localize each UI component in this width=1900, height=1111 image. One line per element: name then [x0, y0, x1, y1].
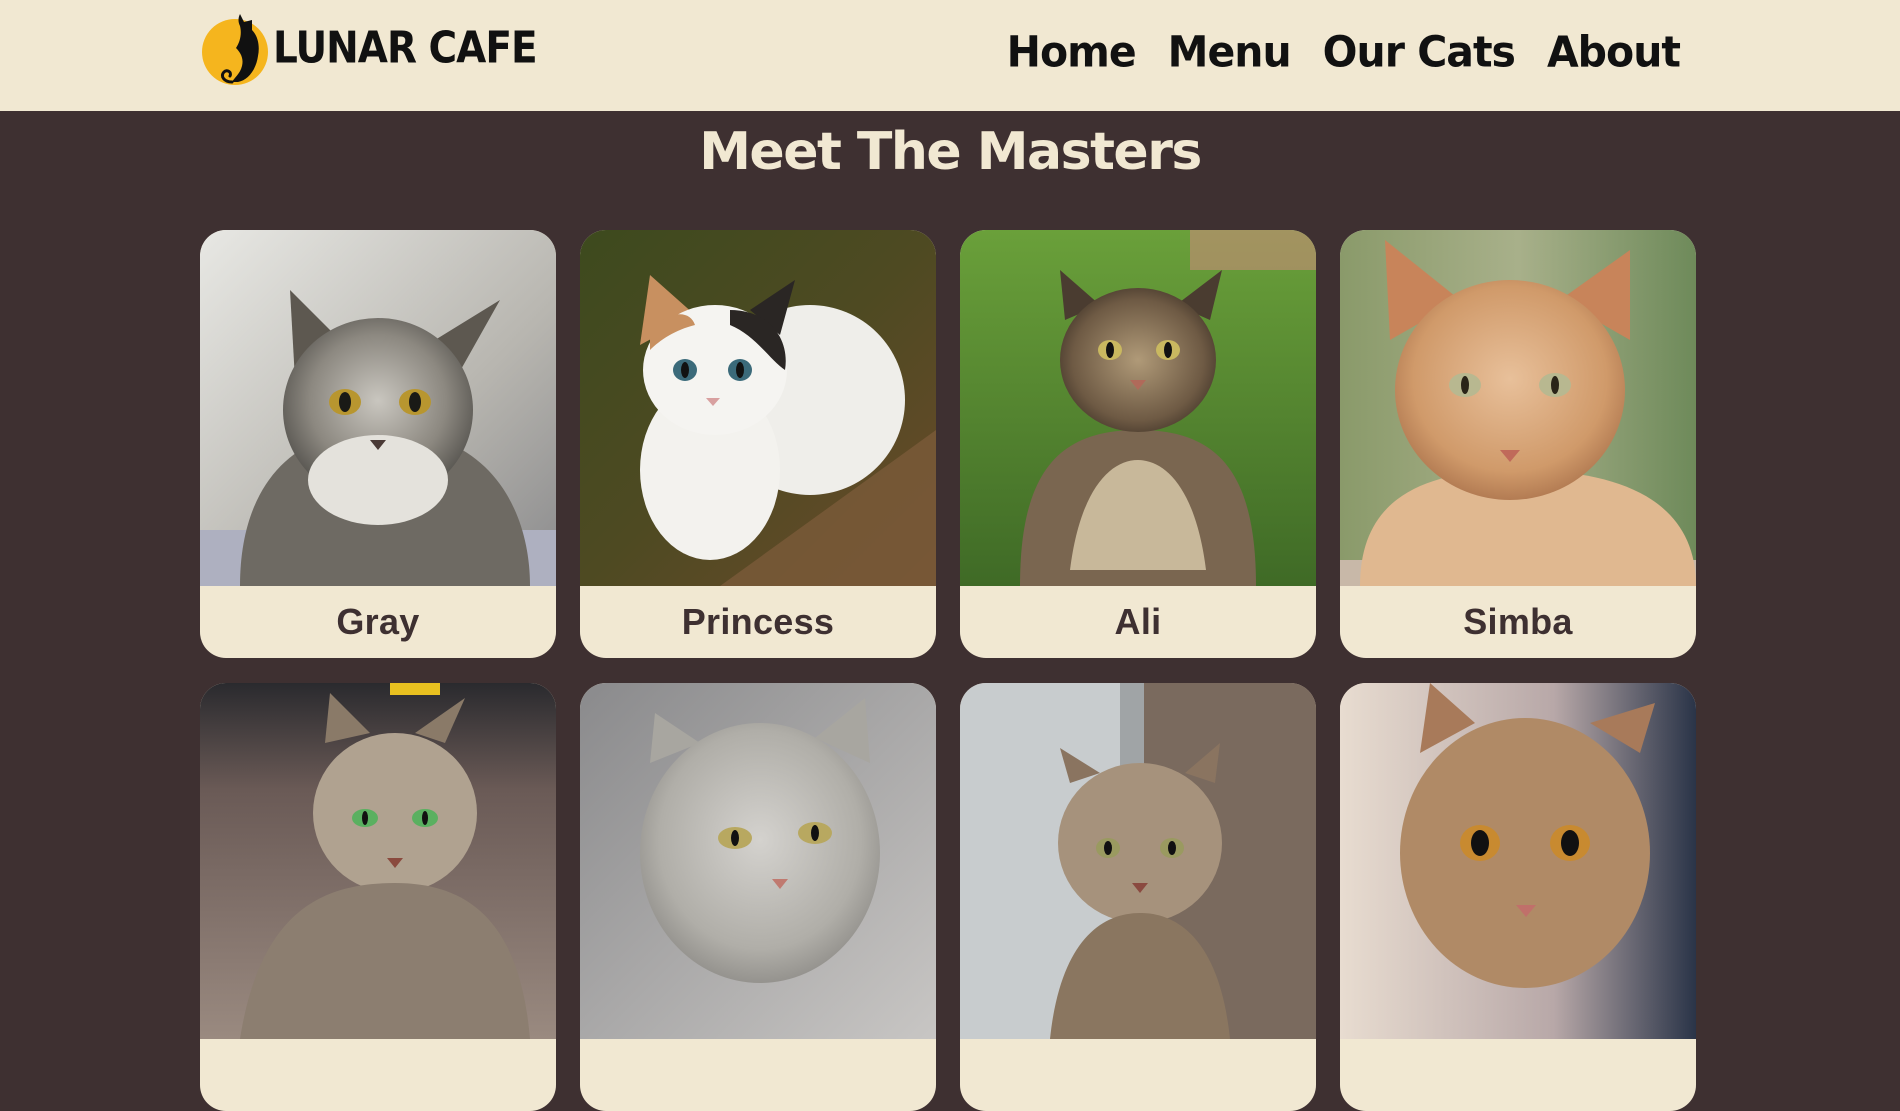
cat-name	[580, 1039, 936, 1111]
cat-name: Princess	[681, 601, 835, 642]
logo-link[interactable]: LUNAR CAFE	[202, 10, 538, 86]
cat-name	[960, 1039, 1316, 1111]
cat-card-7[interactable]	[960, 683, 1316, 1111]
nav-our-cats[interactable]: Our Cats	[1323, 21, 1516, 84]
cat-card-8[interactable]	[1340, 683, 1696, 1111]
main-nav: Home Menu Our Cats About	[1007, 21, 1681, 84]
cat-name	[200, 1039, 556, 1111]
cat-card-6[interactable]	[580, 683, 936, 1111]
calico-cat-photo	[580, 230, 936, 586]
cat-moon-icon	[202, 14, 268, 85]
brand-name: LUNAR CAFE	[273, 22, 538, 74]
maine-coon-cat-photo	[960, 230, 1316, 586]
nav-about[interactable]: About	[1547, 21, 1681, 84]
green-eyed-tabby-cat-photo	[200, 683, 556, 1039]
page-title: Meet The Masters	[699, 122, 1202, 182]
orange-cat-photo	[1340, 230, 1696, 586]
nav-home[interactable]: Home	[1007, 21, 1137, 84]
cat-card-gray[interactable]: Gray	[200, 230, 556, 658]
cat-name	[1340, 1039, 1696, 1111]
cat-card-princess[interactable]: Princess	[580, 230, 936, 658]
gray-tabby-cat-photo	[200, 230, 556, 586]
tabby-kitten-photo	[960, 683, 1316, 1039]
cat-name: Gray	[336, 601, 420, 642]
cat-name: Ali	[1114, 601, 1162, 642]
cat-name: Simba	[1463, 601, 1573, 642]
silver-cat-photo	[580, 683, 936, 1039]
cat-card-ali[interactable]: Ali	[960, 230, 1316, 658]
brown-tabby-cat-photo	[1340, 683, 1696, 1039]
cat-grid: Gray Princess Ali Simba	[200, 230, 1696, 1111]
cat-card-5[interactable]	[200, 683, 556, 1111]
site-header: LUNAR CAFE Home Menu Our Cats About	[0, 0, 1900, 111]
nav-menu[interactable]: Menu	[1168, 21, 1292, 84]
cat-card-simba[interactable]: Simba	[1340, 230, 1696, 658]
